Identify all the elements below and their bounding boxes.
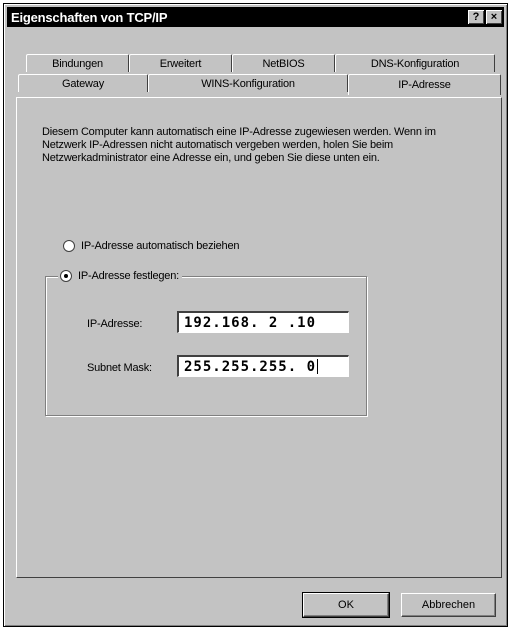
tab-wins-konfiguration[interactable]: WINS-Konfiguration xyxy=(148,74,348,92)
tab-dns-konfiguration[interactable]: DNS-Konfiguration xyxy=(335,54,495,72)
radio-manual-ip[interactable]: IP-Adresse festlegen: xyxy=(58,270,182,282)
ip-address-value: 192.168. 2 .10 xyxy=(184,314,317,331)
ip-address-panel: Diesem Computer kann automatisch eine IP… xyxy=(16,97,502,578)
close-icon[interactable]: × xyxy=(486,10,502,24)
radio-auto-ip-circle[interactable] xyxy=(63,240,75,252)
ip-address-input[interactable]: 192.168. 2 .10 xyxy=(177,311,349,333)
ip-address-label: IP-Adresse: xyxy=(87,318,143,330)
tab-bindungen[interactable]: Bindungen xyxy=(26,54,129,72)
radio-manual-ip-label: IP-Adresse festlegen: xyxy=(78,270,179,282)
radio-selected-dot xyxy=(64,274,68,278)
title-bar-buttons: ? × xyxy=(468,10,504,24)
description-text: Diesem Computer kann automatisch eine IP… xyxy=(42,126,436,164)
tab-netbios[interactable]: NetBIOS xyxy=(232,54,335,72)
tab-ip-adresse[interactable]: IP-Adresse xyxy=(348,74,501,95)
subnet-mask-value: 255.255.255. 0 xyxy=(184,358,317,375)
cancel-button[interactable]: Abbrechen xyxy=(401,593,496,617)
subnet-mask-input[interactable]: 255.255.255. 0 xyxy=(177,355,349,377)
radio-manual-ip-circle[interactable] xyxy=(60,270,72,282)
window-title: Eigenschaften von TCP/IP xyxy=(11,9,168,25)
tcpip-properties-dialog: Eigenschaften von TCP/IP ? × Bindungen E… xyxy=(3,3,508,627)
tab-gateway[interactable]: Gateway xyxy=(18,74,148,92)
radio-auto-ip[interactable]: IP-Adresse automatisch beziehen xyxy=(63,240,239,252)
text-caret xyxy=(317,359,319,374)
title-bar[interactable]: Eigenschaften von TCP/IP ? × xyxy=(7,7,504,27)
subnet-mask-label: Subnet Mask: xyxy=(87,362,152,374)
radio-auto-ip-label: IP-Adresse automatisch beziehen xyxy=(81,240,240,252)
help-icon[interactable]: ? xyxy=(468,10,484,24)
ok-button[interactable]: OK xyxy=(302,592,390,618)
tab-erweitert[interactable]: Erweitert xyxy=(129,54,232,72)
manual-ip-group xyxy=(45,276,367,416)
